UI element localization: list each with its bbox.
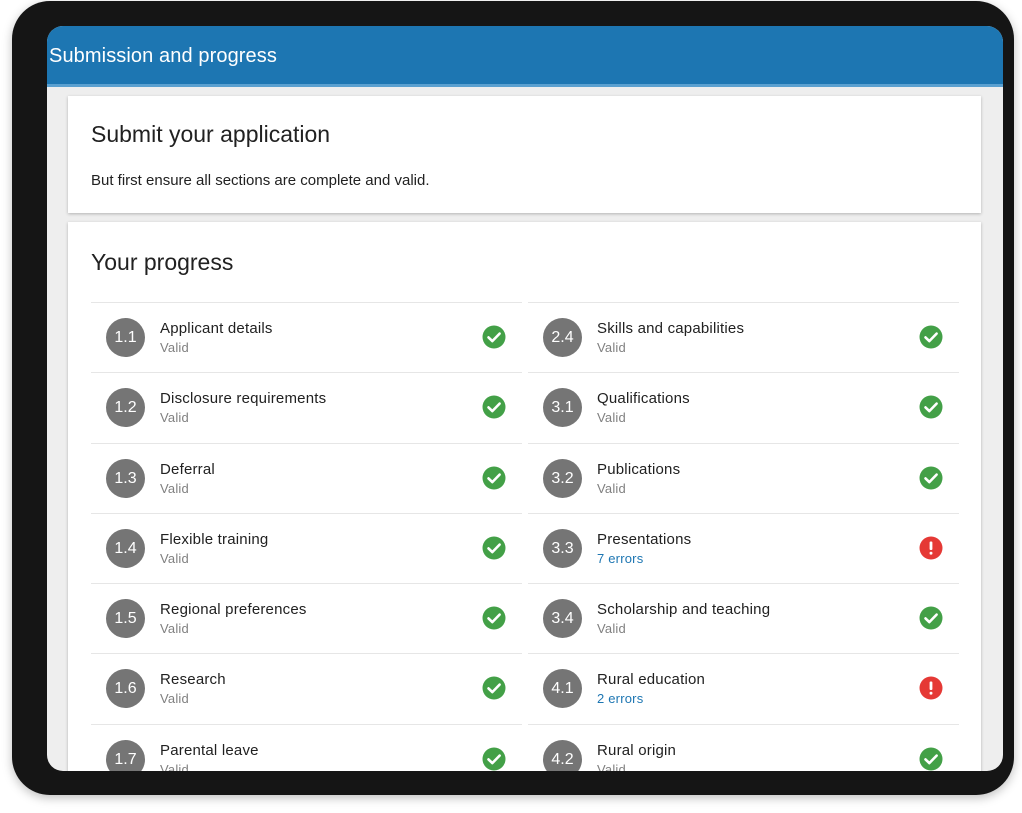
section-number-badge: 3.1 xyxy=(543,388,582,428)
progress-item[interactable]: 1.7 Parental leave Valid xyxy=(91,723,522,771)
section-label: Qualifications xyxy=(597,390,690,408)
progress-item[interactable]: 1.2 Disclosure requirements Valid xyxy=(91,372,522,442)
section-status: Valid xyxy=(160,550,189,566)
check-circle-icon xyxy=(919,747,943,771)
progress-card: Your progress 1.1 Applicant details Valid 1… xyxy=(68,222,981,771)
progress-item[interactable]: 1.5 Regional preferences Valid xyxy=(91,583,522,653)
section-label: Disclosure requirements xyxy=(160,390,327,408)
check-circle-icon xyxy=(482,536,506,560)
section-number-badge: 1.3 xyxy=(106,458,145,498)
section-label: Scholarship and teaching xyxy=(597,601,771,619)
progress-item[interactable]: 3.3 Presentations 7 errors xyxy=(528,512,959,583)
section-label: Skills and capabilities xyxy=(597,320,745,337)
app-bar-title: Submission and progress xyxy=(49,45,277,67)
check-circle-icon xyxy=(482,395,506,419)
section-number-badge: 4.2 xyxy=(543,739,582,771)
progress-title: Your progress xyxy=(91,249,234,275)
section-status: Valid xyxy=(160,691,189,707)
section-number-badge: 3.4 xyxy=(543,599,582,639)
check-circle-icon xyxy=(919,395,943,419)
section-status: Valid xyxy=(160,410,189,426)
submit-title: Submit your application xyxy=(91,121,331,147)
section-label: Publications xyxy=(597,460,681,478)
progress-item[interactable]: 3.2 Publications Valid xyxy=(528,442,959,513)
section-label: Deferral xyxy=(160,460,215,478)
section-status: Valid xyxy=(160,621,189,637)
section-number-badge: 4.1 xyxy=(543,669,582,709)
section-label: Rural education xyxy=(597,671,706,689)
section-label: Presentations xyxy=(597,530,692,548)
section-status: Valid xyxy=(597,480,626,496)
section-number-badge: 1.6 xyxy=(106,669,145,709)
section-errors-link[interactable]: 7 errors xyxy=(597,551,643,566)
progress-item[interactable]: 1.6 Research Valid xyxy=(91,653,522,723)
error-circle-icon xyxy=(919,536,943,560)
section-errors-link[interactable]: 2 errors xyxy=(597,691,643,706)
check-circle-icon xyxy=(919,325,943,349)
section-status: Valid xyxy=(160,480,189,496)
submit-description: But first ensure all sections are comple… xyxy=(91,172,430,189)
section-label: Parental leave xyxy=(160,741,259,759)
error-circle-icon xyxy=(919,676,943,700)
progress-column-left: 1.1 Applicant details Valid 1.2 Disclosure r… xyxy=(91,302,522,771)
section-number-badge: 3.3 xyxy=(543,528,582,568)
section-label: Applicant details xyxy=(160,320,273,337)
progress-item[interactable]: 3.4 Scholarship and teaching Valid xyxy=(528,583,959,653)
section-label: Regional preferences xyxy=(160,601,307,619)
section-status: Valid xyxy=(597,340,626,355)
section-status: Valid xyxy=(160,340,189,355)
submit-card: Submit your application But first ensure… xyxy=(68,96,981,213)
section-number-badge: 1.7 xyxy=(106,739,145,771)
section-status: Valid xyxy=(597,410,626,426)
check-circle-icon xyxy=(482,747,506,771)
check-circle-icon xyxy=(919,466,943,490)
section-number-badge: 1.4 xyxy=(106,528,145,568)
device-frame: Submission and progress Submit your appl… xyxy=(12,1,1014,795)
section-label: Research xyxy=(160,671,226,689)
progress-item[interactable]: 1.3 Deferral Valid xyxy=(91,442,522,513)
section-number-badge: 1.2 xyxy=(106,388,145,428)
progress-item[interactable]: 4.1 Rural education 2 errors xyxy=(528,653,959,723)
progress-item[interactable]: 3.1 Qualifications Valid xyxy=(528,372,959,442)
check-circle-icon xyxy=(482,606,506,630)
section-number-badge: 2.4 xyxy=(543,318,582,357)
section-status: Valid xyxy=(160,761,189,771)
section-number-badge: 3.2 xyxy=(543,458,582,498)
check-circle-icon xyxy=(482,676,506,700)
app-bar: Submission and progress xyxy=(47,26,1003,87)
section-status: Valid xyxy=(597,761,626,771)
progress-column-right: 2.4 Skills and capabilities Valid 3.1 Qualif… xyxy=(528,302,959,771)
progress-item[interactable]: 1.4 Flexible training Valid xyxy=(91,512,522,583)
section-status: Valid xyxy=(597,621,626,637)
check-circle-icon xyxy=(482,325,506,349)
section-number-badge: 1.5 xyxy=(106,599,145,639)
section-label: Rural origin xyxy=(597,741,677,759)
screen: Submission and progress Submit your appl… xyxy=(47,26,1003,771)
section-label: Flexible training xyxy=(160,530,269,548)
progress-item[interactable]: 1.1 Applicant details Valid xyxy=(91,302,522,372)
check-circle-icon xyxy=(482,466,506,490)
section-number-badge: 1.1 xyxy=(106,318,145,357)
progress-item[interactable]: 4.2 Rural origin Valid xyxy=(528,723,959,771)
progress-item[interactable]: 2.4 Skills and capabilities Valid xyxy=(528,302,959,372)
check-circle-icon xyxy=(919,606,943,630)
